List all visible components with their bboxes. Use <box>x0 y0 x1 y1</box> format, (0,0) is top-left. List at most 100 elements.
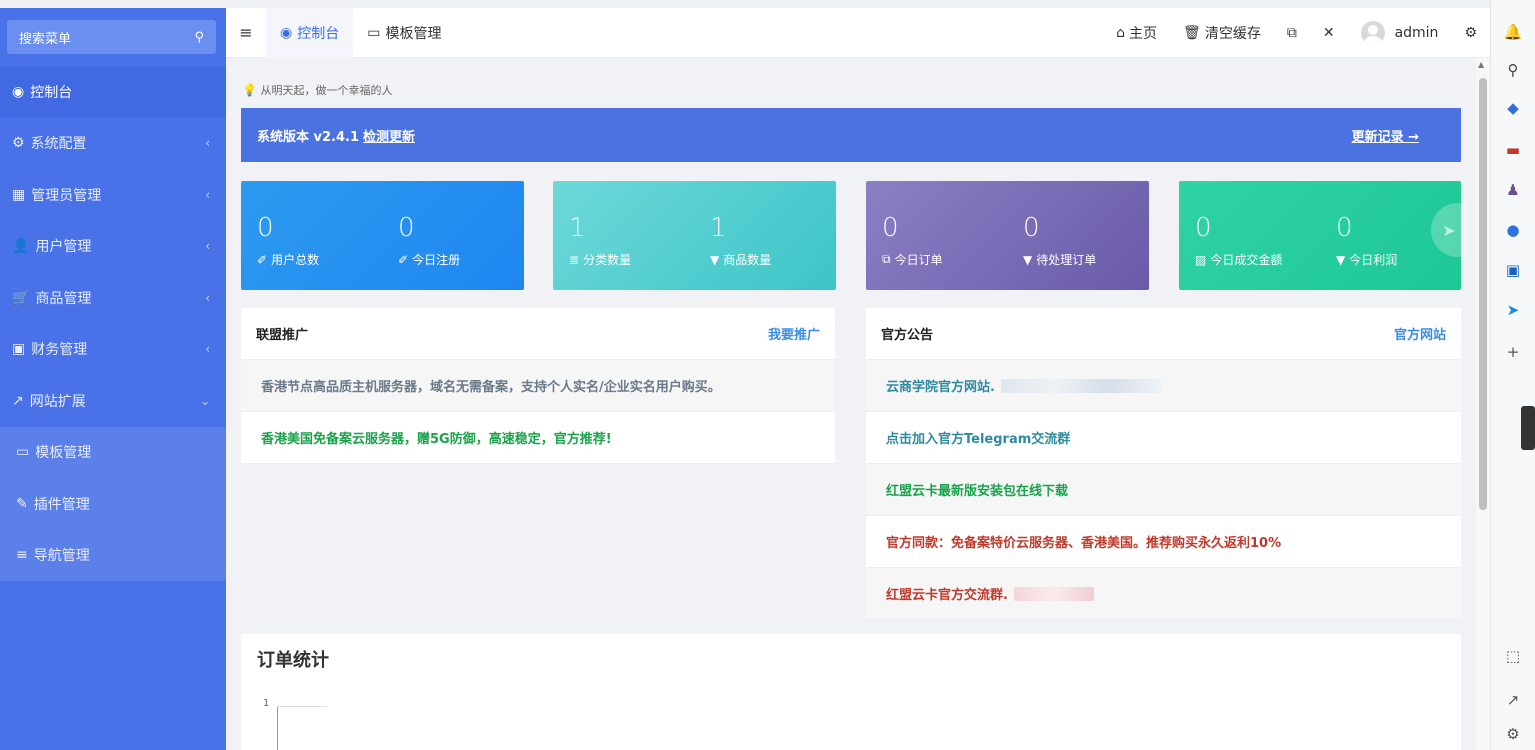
sidebar-item-content: ⚙ 系统配置 <box>12 133 87 153</box>
add-icon[interactable]: + <box>1503 342 1523 362</box>
clear-cache-label: 清空缓存 <box>1204 25 1261 42</box>
notice-text: 云商学院官方网站. <box>886 380 995 395</box>
external-link-icon: ↗ <box>12 392 24 409</box>
notice-text: 点击加入官方Telegram交流群 <box>886 432 1071 447</box>
stat-value: 1 <box>569 213 586 243</box>
stat-icon: ▼ <box>1336 252 1346 267</box>
scrollbar-thumb[interactable] <box>1479 78 1487 510</box>
menu-search-placeholder: 搜索菜单 <box>19 31 72 47</box>
stat-value: 0 <box>882 213 899 243</box>
monitor-icon: ▭ <box>16 444 30 461</box>
header-actions: ⌂ 主页 🗑 清空缓存 ⧉ ✕ admin ⚙ <box>1103 8 1490 58</box>
sidebar-subitem-0[interactable]: ▭ 模板管理 <box>0 427 226 479</box>
settings-icon[interactable]: ⚙ <box>1503 724 1523 744</box>
stat-label: 今日注册 <box>412 253 461 267</box>
promote-link[interactable]: 我要推广 <box>768 324 820 343</box>
sidebar-item-6[interactable]: ↗ 网站扩展 ⌄ <box>0 375 226 427</box>
sidebar-subnav: ▭ 模板管理 ✎ 插件管理 ≡ 导航管理 <box>0 426 226 582</box>
promo-panel-header: 联盟推广 我要推广 <box>241 308 835 360</box>
sidebar-item-1[interactable]: ⚙ 系统配置 ‹ <box>0 118 226 170</box>
sidebar-nav: ◉ 控制台 ⚙ 系统配置 ‹ ▦ 管理员管理 ‹ 👤 用户管理 ‹ 🛒 商品管理 ‹ ▣ 财务管理 ‹ ↗ 网站扩展… <box>0 66 226 581</box>
chevron-icon: ‹ <box>205 187 210 202</box>
search-icon[interactable]: ⚲ <box>1503 60 1523 80</box>
sidebar-item-3[interactable]: 👤 用户管理 ‹ <box>0 221 226 273</box>
content-scrollbar[interactable]: ▲ <box>1476 58 1490 750</box>
sidebar-item-label: 财务管理 <box>31 342 88 359</box>
notice-row[interactable]: 红盟云卡官方交流群. <box>866 568 1461 620</box>
clear-cache-button[interactable]: 🗑 清空缓存 <box>1170 23 1274 43</box>
redacted-blur <box>1013 586 1094 601</box>
redacted-blur <box>1000 378 1161 393</box>
finance-icon: ▣ <box>12 341 26 358</box>
notice-title: 官方公告 <box>881 328 934 343</box>
motto-text: 从明天起，做一个幸福的人 <box>260 84 393 97</box>
user-menu[interactable]: admin <box>1348 20 1452 45</box>
username: admin <box>1394 24 1439 41</box>
stat-cell: 1 ≣ 分类数量 <box>569 211 631 268</box>
sidebar-item-label: 网站扩展 <box>29 393 86 410</box>
sidebar-item-5[interactable]: ▣ 财务管理 ‹ <box>0 324 226 376</box>
official-site-link[interactable]: 官方网站 <box>1394 324 1446 343</box>
notice-panel: 官方公告 官方网站 云商学院官方网站. 点击加入官方Telegram交流群红盟云卡… <box>866 308 1461 620</box>
promo-row[interactable]: 香港美国免备案云服务器，赠5G防御，高速稳定，官方推荐! <box>241 412 835 464</box>
plug-icon: ✎ <box>16 495 28 512</box>
send-icon[interactable]: ➤ <box>1431 203 1467 257</box>
monitor-icon: ▭ <box>367 24 381 41</box>
menu-toggle-icon[interactable]: ≡ <box>226 23 266 42</box>
chevron-icon: ‹ <box>205 290 210 305</box>
screenshot-icon[interactable]: ⬚ <box>1503 646 1523 666</box>
notice-row[interactable]: 云商学院官方网站. <box>866 360 1461 412</box>
sidebar-item-0[interactable]: ◉ 控制台 <box>0 66 226 118</box>
promo-row[interactable]: 香港节点高品质主机服务器，域名无需备案，支持个人实名/企业实名用户购买。 <box>241 360 835 412</box>
stat-card: 0 ⧉ 今日订单 0 ▼ 待处理订单 <box>866 181 1149 290</box>
search-icon[interactable]: ⚲ <box>194 30 204 45</box>
stat-label: 待处理订单 <box>1036 253 1097 267</box>
tab-1[interactable]: ▭ 模板管理 <box>353 8 455 58</box>
order-chart: 1 <box>263 694 471 750</box>
sidebar-item-label: 控制台 <box>30 84 73 101</box>
motto-tip: 💡 从明天起，做一个幸福的人 <box>242 82 392 98</box>
stat-value: 0 <box>257 213 274 243</box>
promo-title: 联盟推广 <box>256 328 309 343</box>
sidebar-subitem-1[interactable]: ✎ 插件管理 <box>0 478 226 530</box>
stat-cell: 0 ▨ 今日成交金额 <box>1195 211 1282 268</box>
chess-icon[interactable]: ♟ <box>1503 180 1523 200</box>
stat-label: 今日成交金额 <box>1210 253 1283 267</box>
send-icon[interactable]: ➤ <box>1503 300 1523 320</box>
sidebar-item-2[interactable]: ▦ 管理员管理 ‹ <box>0 169 226 221</box>
settings-gears-icon[interactable]: ⚙ <box>1451 25 1490 41</box>
menu-search-input[interactable]: 搜索菜单 ⚲ <box>7 20 216 54</box>
sidebar-subitem-label: 模板管理 <box>35 445 92 462</box>
sidebar-item-label: 管理员管理 <box>31 187 102 204</box>
tab-0[interactable]: ◉ 控制台 <box>266 7 354 58</box>
open-external-icon[interactable]: ↗ <box>1503 690 1523 710</box>
notice-row[interactable]: 红盟云卡最新版安装包在线下载 <box>866 464 1461 516</box>
tab-bar: ◉ 控制台 ▭ 模板管理 <box>266 7 455 58</box>
check-update-link[interactable]: 检测更新 <box>363 126 415 145</box>
stat-label-row: ✐ 今日注册 <box>398 251 460 268</box>
version-label: 系统版本 v2.4.1 <box>257 129 360 145</box>
copilot-icon[interactable]: ● <box>1503 220 1523 240</box>
bell-icon[interactable]: 🔔 <box>1503 22 1523 42</box>
grid-line <box>277 706 327 707</box>
outlook-icon[interactable]: ▣ <box>1503 260 1523 280</box>
tag-icon[interactable]: ◆ <box>1503 98 1523 118</box>
notice-row[interactable]: 官方同款：免备案特价云服务器、香港美国。推荐购买永久返利10% <box>866 516 1461 568</box>
gears-icon: ⚙ <box>12 135 25 152</box>
sidebar-subitem-label: 插件管理 <box>33 496 90 513</box>
sidebar-item-4[interactable]: 🛒 商品管理 ‹ <box>0 272 226 324</box>
dashboard-icon: ◉ <box>280 24 293 41</box>
home-link[interactable]: ⌂ 主页 <box>1103 23 1170 43</box>
scroll-up-arrow-icon[interactable]: ▲ <box>1478 60 1484 69</box>
fullscreen-icon[interactable]: ✕ <box>1310 25 1348 41</box>
sidebar-subitem-content: ✎ 插件管理 <box>16 494 90 514</box>
changelog-link[interactable]: 更新记录 → <box>1352 126 1419 145</box>
sidebar-handle[interactable] <box>1521 406 1535 450</box>
notice-row[interactable]: 点击加入官方Telegram交流群 <box>866 412 1461 464</box>
stat-label-row: ✐ 用户总数 <box>257 251 319 268</box>
sidebar-item-content: ◉ 控制台 <box>12 82 72 102</box>
sidebar-subitem-2[interactable]: ≡ 导航管理 <box>0 530 226 582</box>
avatar <box>1360 20 1385 45</box>
lock-screen-icon[interactable]: ⧉ <box>1274 25 1310 41</box>
toolbox-icon[interactable]: ▬ <box>1503 140 1523 160</box>
